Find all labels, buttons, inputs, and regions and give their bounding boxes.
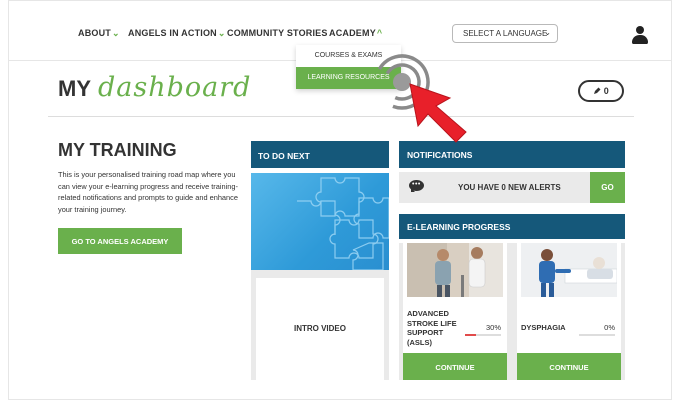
nav-item-angels-in-action[interactable]: ANGELS IN ACTION⌄: [128, 28, 226, 39]
course-title: DYSPHAGIA: [521, 323, 566, 332]
notifications-go-button[interactable]: GO: [590, 172, 625, 203]
dashboard-title-my: MY: [58, 76, 91, 101]
my-training-title: MY TRAINING: [58, 140, 177, 160]
nav-item-community-stories[interactable]: COMMUNITY STORIES: [227, 28, 328, 38]
elearning-header: E-LEARNING PROGRESS: [399, 214, 625, 239]
course-card[interactable]: ADVANCED STROKE LIFE SUPPORT (ASLS) 30% …: [403, 243, 507, 380]
my-training-description: This is your personalised training road …: [58, 170, 238, 214]
puzzle-image[interactable]: [251, 173, 389, 270]
click-cursor-icon: [374, 54, 467, 143]
course-progress-bar: [579, 334, 615, 336]
course-percent: 0%: [604, 323, 615, 332]
chat-icon: •••: [409, 180, 424, 192]
chevron-down-icon: ⌄: [544, 28, 551, 37]
nav-item-about[interactable]: ABOUT⌄: [78, 28, 120, 39]
chevron-down-icon: ⌄: [217, 28, 226, 38]
chevron-up-icon: ^: [376, 28, 383, 38]
course-title: ADVANCED STROKE LIFE SUPPORT (ASLS): [407, 309, 457, 347]
dashboard-title-script: dashboard: [98, 72, 252, 103]
elearning-panel: ADVANCED STROKE LIFE SUPPORT (ASLS) 30% …: [399, 243, 625, 380]
intro-video-label: INTRO VIDEO: [293, 324, 346, 333]
course-progress-fill: [465, 334, 476, 336]
continue-button[interactable]: CONTINUE: [517, 353, 621, 380]
continue-button[interactable]: CONTINUE: [403, 353, 507, 380]
puzzle-pattern-icon: [297, 177, 389, 270]
course-card[interactable]: DYSPHAGIA 0% CONTINUE: [517, 243, 621, 380]
points-badge[interactable]: 0: [578, 80, 624, 102]
notifications-row: ••• YOU HAVE 0 NEW ALERTS GO: [399, 172, 625, 203]
course-progress-bar: [465, 334, 501, 336]
todo-header: TO DO NEXT: [251, 141, 389, 168]
alerts-text: YOU HAVE 0 NEW ALERTS: [458, 183, 561, 192]
nav-item-academy[interactable]: ACADEMY^: [329, 28, 382, 38]
dashboard-divider: [48, 116, 634, 117]
course-image: [407, 243, 503, 297]
user-icon[interactable]: [632, 26, 648, 44]
go-to-academy-button[interactable]: GO TO ANGELS ACADEMY: [58, 228, 182, 254]
course-image: [521, 243, 617, 297]
chevron-down-icon: ⌄: [112, 28, 120, 38]
course-percent: 30%: [485, 323, 501, 332]
pencil-icon: [594, 87, 601, 94]
language-select[interactable]: SELECT A LANGUAGE ⌄: [452, 24, 558, 43]
